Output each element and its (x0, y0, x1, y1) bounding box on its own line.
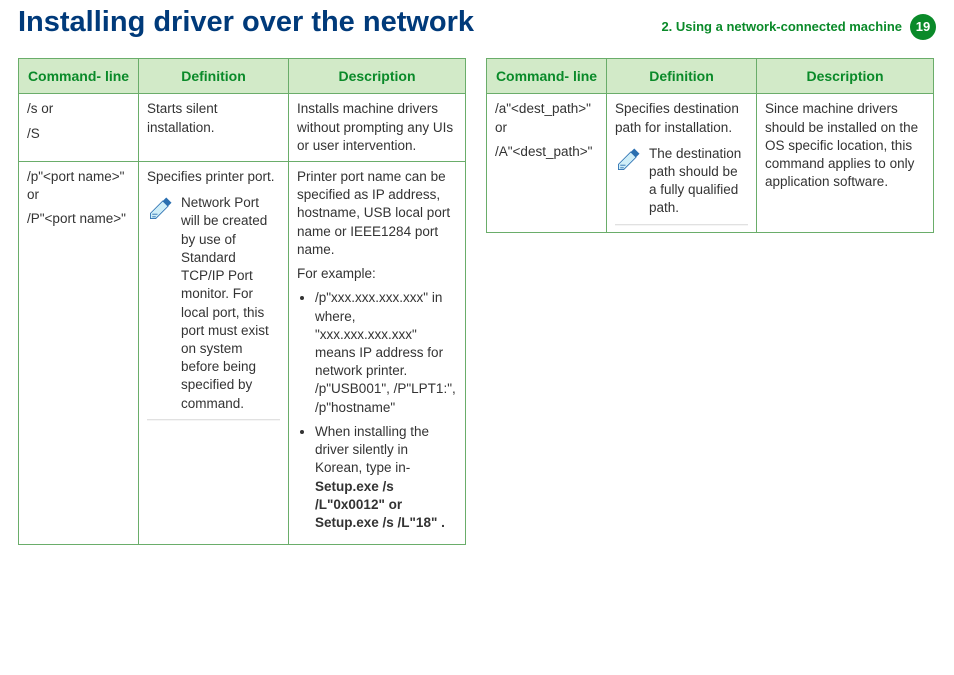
note-icon (615, 145, 643, 173)
col-header-desc: Description (289, 58, 466, 94)
divider (147, 419, 280, 421)
table-row: /p"<port name>" or /P"<port name>" Speci… (19, 162, 466, 545)
col-header-def: Definition (139, 58, 289, 94)
cmd-text: /P"<port name>" (27, 210, 130, 228)
desc-text: Since machine drivers should be installe… (757, 94, 934, 232)
desc-text: Printer port name can be specified as IP… (297, 168, 457, 259)
col-header-cmd: Command- line (487, 58, 607, 94)
note-text: Network Port will be created by use of S… (181, 194, 280, 413)
col-header-cmd: Command- line (19, 58, 139, 94)
col-header-desc: Description (757, 58, 934, 94)
note-icon (147, 194, 175, 222)
cmd-text: /s or (27, 100, 130, 118)
cmd-text: /a"<dest_path>" or (495, 100, 598, 136)
cmd-text: /S (27, 125, 130, 143)
table-row: /a"<dest_path>" or /A"<dest_path>" Speci… (487, 94, 934, 232)
cmd-text: /A"<dest_path>" (495, 143, 598, 161)
def-text: Specifies destination path for installat… (615, 100, 748, 136)
cmd-text: /p"<port name>" or (27, 168, 130, 204)
note-text: The destination path should be a fully q… (649, 145, 748, 218)
page-title: Installing driver over the network (18, 6, 661, 39)
def-text: Starts silent installation. (139, 94, 289, 162)
command-table-left: Command- line Definition Description /s … (18, 58, 466, 546)
list-item: When installing the driver silently in K… (315, 423, 457, 532)
chapter-label: 2. Using a network-connected machine (661, 19, 902, 34)
desc-text: Installs machine drivers without prompti… (289, 94, 466, 162)
command-table-right: Command- line Definition Description /a"… (486, 58, 934, 233)
divider (615, 224, 748, 226)
def-text: Specifies printer port. (147, 168, 280, 186)
col-header-def: Definition (607, 58, 757, 94)
list-item-strong: Setup.exe /s /L"0x0012" or Setup.exe /s … (315, 479, 445, 530)
list-item: /p"xxx.xxx.xxx.xxx" in where, "xxx.xxx.x… (315, 289, 457, 417)
list-item-text: When installing the driver silently in K… (315, 424, 429, 475)
desc-text: For example: (297, 265, 457, 283)
page-number-badge: 19 (910, 14, 936, 40)
table-row: /s or /S Starts silent installation. Ins… (19, 94, 466, 162)
